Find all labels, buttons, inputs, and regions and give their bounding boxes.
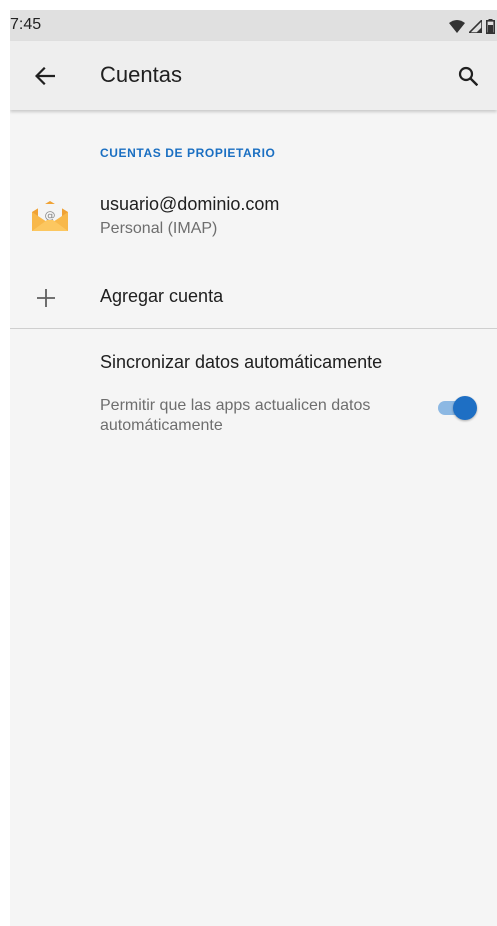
signal-icon xyxy=(469,19,482,33)
page-title: Cuentas xyxy=(100,62,182,87)
toggle-thumb xyxy=(453,396,477,420)
status-icons xyxy=(449,18,495,34)
back-button[interactable] xyxy=(30,61,60,91)
app-bar: Cuentas xyxy=(10,41,497,110)
add-account-label: Agregar cuenta xyxy=(100,286,224,306)
arrow-back-icon xyxy=(35,67,55,85)
account-item[interactable]: @ usuario@dominio.com Personal (IMAP) xyxy=(10,180,497,252)
auto-sync-item[interactable]: Sincronizar datos automáticamente Permit… xyxy=(10,330,497,448)
auto-sync-summary: Permitir que las apps actualicen datos a… xyxy=(100,397,371,434)
auto-sync-title: Sincronizar datos automáticamente xyxy=(100,352,383,372)
add-account-button[interactable]: Agregar cuenta xyxy=(10,270,497,326)
email-envelope-icon: @ xyxy=(32,201,68,231)
status-bar: 7:45 xyxy=(10,10,497,41)
plus-icon xyxy=(37,289,55,307)
battery-icon xyxy=(486,18,495,34)
settings-screen: 7:45 Cuentas CUENTAS DE PROPIETARIO @ us… xyxy=(10,10,497,926)
account-email: usuario@dominio.com xyxy=(100,194,280,214)
section-header: CUENTAS DE PROPIETARIO xyxy=(100,146,276,160)
search-button[interactable] xyxy=(453,61,483,91)
auto-sync-toggle[interactable] xyxy=(435,396,479,420)
search-icon xyxy=(458,66,478,86)
divider xyxy=(10,328,497,329)
wifi-icon xyxy=(449,19,465,33)
status-time: 7:45 xyxy=(10,16,42,33)
account-type: Personal (IMAP) xyxy=(100,220,218,237)
